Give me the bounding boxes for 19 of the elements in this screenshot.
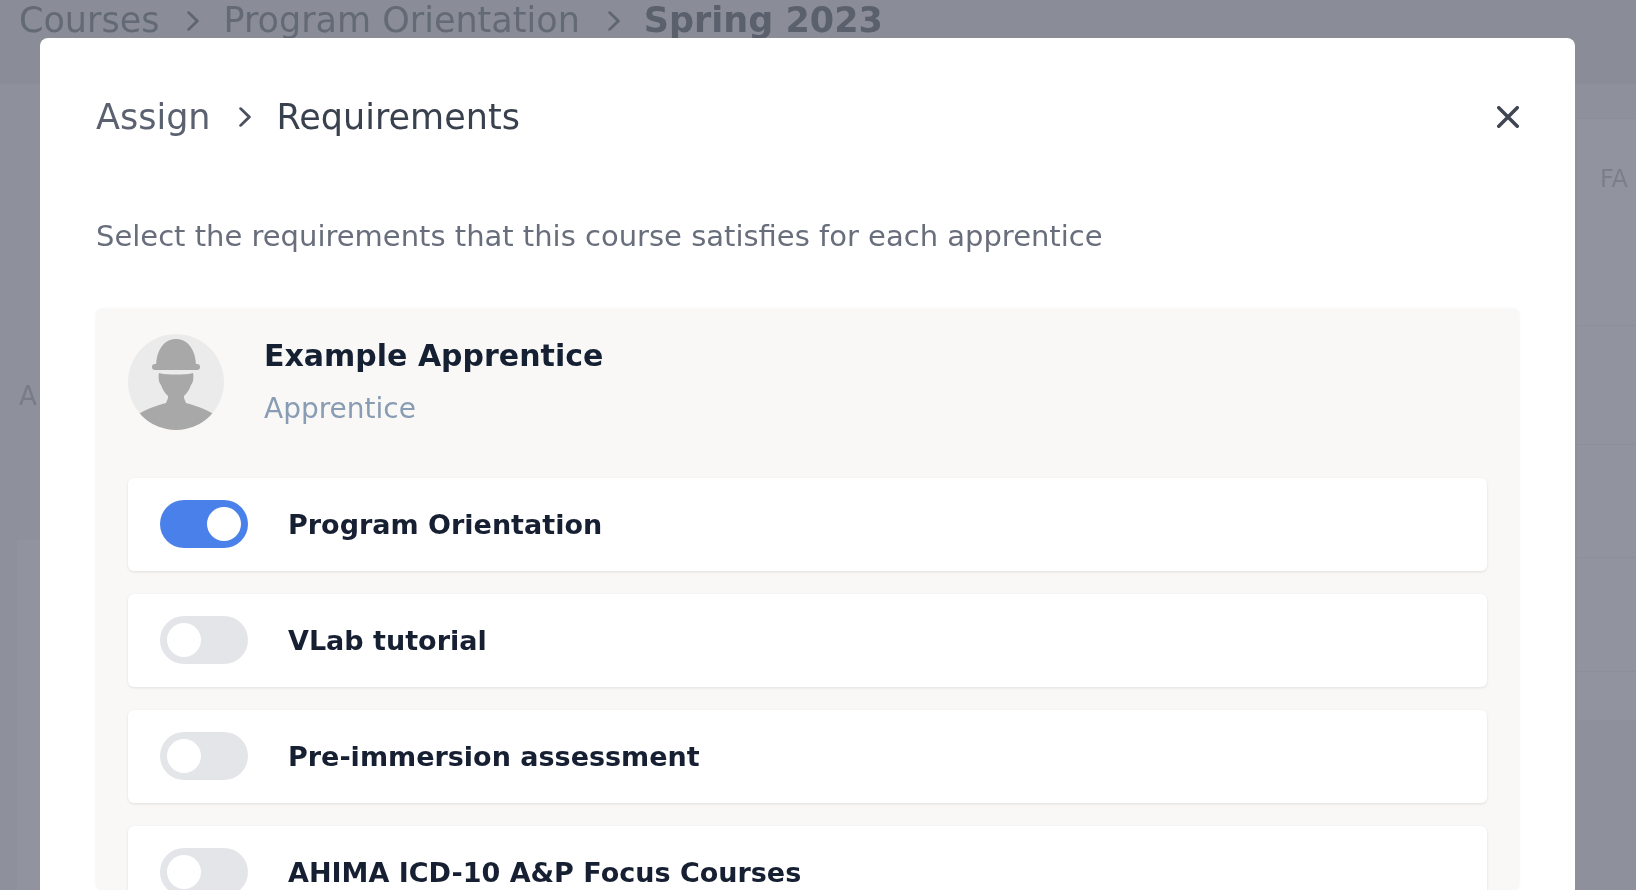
breadcrumb-link[interactable]: Assign [96, 96, 211, 138]
requirement-label: Pre-immersion assessment [288, 742, 700, 770]
close-icon [1497, 106, 1519, 128]
avatar-icon [128, 333, 224, 430]
apprentice-role: Apprentice [264, 391, 417, 426]
breadcrumb-current: Requirements [276, 96, 520, 138]
toggle-switch[interactable] [160, 848, 248, 890]
close-button[interactable] [1497, 106, 1519, 128]
chevron-right-icon [238, 107, 251, 127]
chevron-right-icon [607, 11, 620, 31]
apprentice-name: Example Apprentice [264, 337, 604, 374]
requirement-label: AHIMA ICD-10 A&P Focus Courses [288, 858, 802, 886]
toggle-switch[interactable] [160, 500, 248, 549]
requirement-label: Program Orientation [288, 510, 603, 538]
instruction-text: Select the requirements that this course satisfies for each apprentice [96, 219, 1104, 254]
requirement-label: VLab tutorial [288, 626, 487, 654]
toggle-switch[interactable] [160, 616, 248, 665]
toggle-switch[interactable] [160, 732, 248, 781]
chevron-right-icon [187, 11, 200, 31]
